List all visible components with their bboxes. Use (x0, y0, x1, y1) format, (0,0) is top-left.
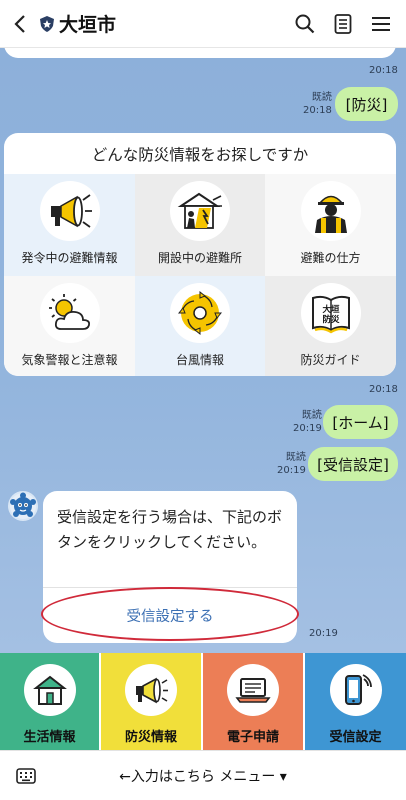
read-receipt: 既読 20:18 (303, 92, 332, 116)
disaster-item-label: 開設中の避難所 (157, 251, 242, 265)
keyboard-button[interactable] (0, 767, 52, 784)
svg-text:防災: 防災 (322, 314, 340, 325)
hamburger-menu-icon (372, 16, 390, 31)
disaster-menu-grid: 発令中の避難情報 開設中の避難所 避難の仕方 気象警報と注意報 台風情報 大垣 … (4, 174, 396, 376)
rich-menu-receive-settings[interactable]: 受信設定 (305, 653, 406, 750)
bot-message-text: 受信設定を行う場合は、下記のボタンをクリックしてください。 (57, 508, 283, 551)
laptop-icon (227, 664, 279, 716)
notes-button[interactable] (324, 0, 362, 48)
user-message-bubble: [受信設定] (308, 447, 398, 481)
notes-icon (334, 13, 352, 34)
rich-menu-label: 防災情報 (124, 730, 177, 745)
worker-helmet-icon (300, 181, 361, 241)
disaster-item-typhoon[interactable]: 台風情報 (135, 276, 265, 376)
disaster-item-weather-warnings[interactable]: 気象警報と注意報 (4, 276, 135, 376)
rich-menu-disaster-info[interactable]: 防災情報 (101, 653, 203, 750)
mascot-avatar-icon (10, 492, 36, 519)
chat-title-group: 大垣市 (40, 10, 286, 37)
shelter-icon (170, 181, 230, 241)
phone-signal-icon (329, 664, 382, 716)
bottom-bar: ←入力はこちら メニュー ▾ (0, 750, 406, 800)
highlight-ellipse (41, 587, 299, 641)
keyboard-icon (16, 767, 36, 784)
rich-menu-life-info[interactable]: 生活情報 (0, 653, 101, 750)
previous-message-card: …… (4, 48, 396, 58)
menu-button[interactable] (362, 0, 400, 48)
megaphone-icon (125, 664, 177, 716)
search-icon (295, 14, 315, 33)
rich-menu-toggle[interactable]: ←入力はこちら メニュー ▾ (52, 766, 354, 786)
sun-cloud-icon (39, 283, 100, 343)
user-message-bubble: [ホーム] (323, 405, 398, 439)
read-receipt: 既読 20:19 (277, 452, 306, 476)
back-button[interactable] (0, 0, 40, 48)
chat-header: 大垣市 (0, 0, 406, 48)
disaster-item-evacuation-info[interactable]: 発令中の避難情報 (4, 174, 135, 276)
rich-menu-label: 受信設定 (329, 730, 382, 745)
bot-avatar[interactable] (8, 491, 38, 521)
disaster-menu-card: どんな防災情報をお探しですか 発令中の避難情報 開設中の避難所 避難の仕方 気象… (4, 133, 396, 376)
rich-menu-e-application[interactable]: 電子申請 (203, 653, 305, 750)
rich-menu-label: 電子申請 (226, 730, 279, 745)
typhoon-icon (170, 283, 230, 343)
disaster-item-label: 台風情報 (175, 353, 224, 367)
rich-menu: 生活情報 防災情報 電子申請 受信設定 (0, 653, 406, 750)
search-button[interactable] (286, 0, 324, 48)
disaster-item-label: 気象警報と注意報 (21, 353, 118, 367)
previous-message-text: …… (28, 48, 56, 50)
megaphone-alert-icon (39, 181, 100, 241)
timestamp: 20:19 (309, 628, 338, 639)
disaster-item-label: 発令中の避難情報 (21, 251, 118, 265)
chat-title: 大垣市 (59, 14, 117, 36)
disaster-item-how-to-evacuate[interactable]: 避難の仕方 (265, 174, 396, 276)
svg-text:大垣: 大垣 (322, 304, 340, 315)
disaster-item-label: 避難の仕方 (300, 251, 361, 265)
rich-menu-label: 生活情報 (23, 730, 76, 745)
chat-area[interactable]: …… 20:18 既読 20:18 [防災] どんな防災情報をお探しですか 発令… (0, 48, 406, 653)
timestamp: 20:18 (369, 384, 398, 395)
read-receipt: 既読 20:19 (293, 410, 322, 434)
disaster-item-disaster-guide[interactable]: 大垣 防災 防災ガイド (265, 276, 396, 376)
house-icon (23, 664, 76, 716)
disaster-item-open-shelters[interactable]: 開設中の避難所 (135, 174, 265, 276)
guide-book-icon: 大垣 防災 (300, 283, 361, 343)
disaster-menu-title: どんな防災情報をお探しですか (91, 145, 309, 164)
user-message-bubble: [防災] (335, 87, 398, 121)
timestamp: 20:18 (369, 65, 398, 76)
disaster-item-label: 防災ガイド (300, 353, 361, 367)
back-arrow-icon (14, 14, 25, 33)
shield-badge-icon (40, 15, 54, 32)
